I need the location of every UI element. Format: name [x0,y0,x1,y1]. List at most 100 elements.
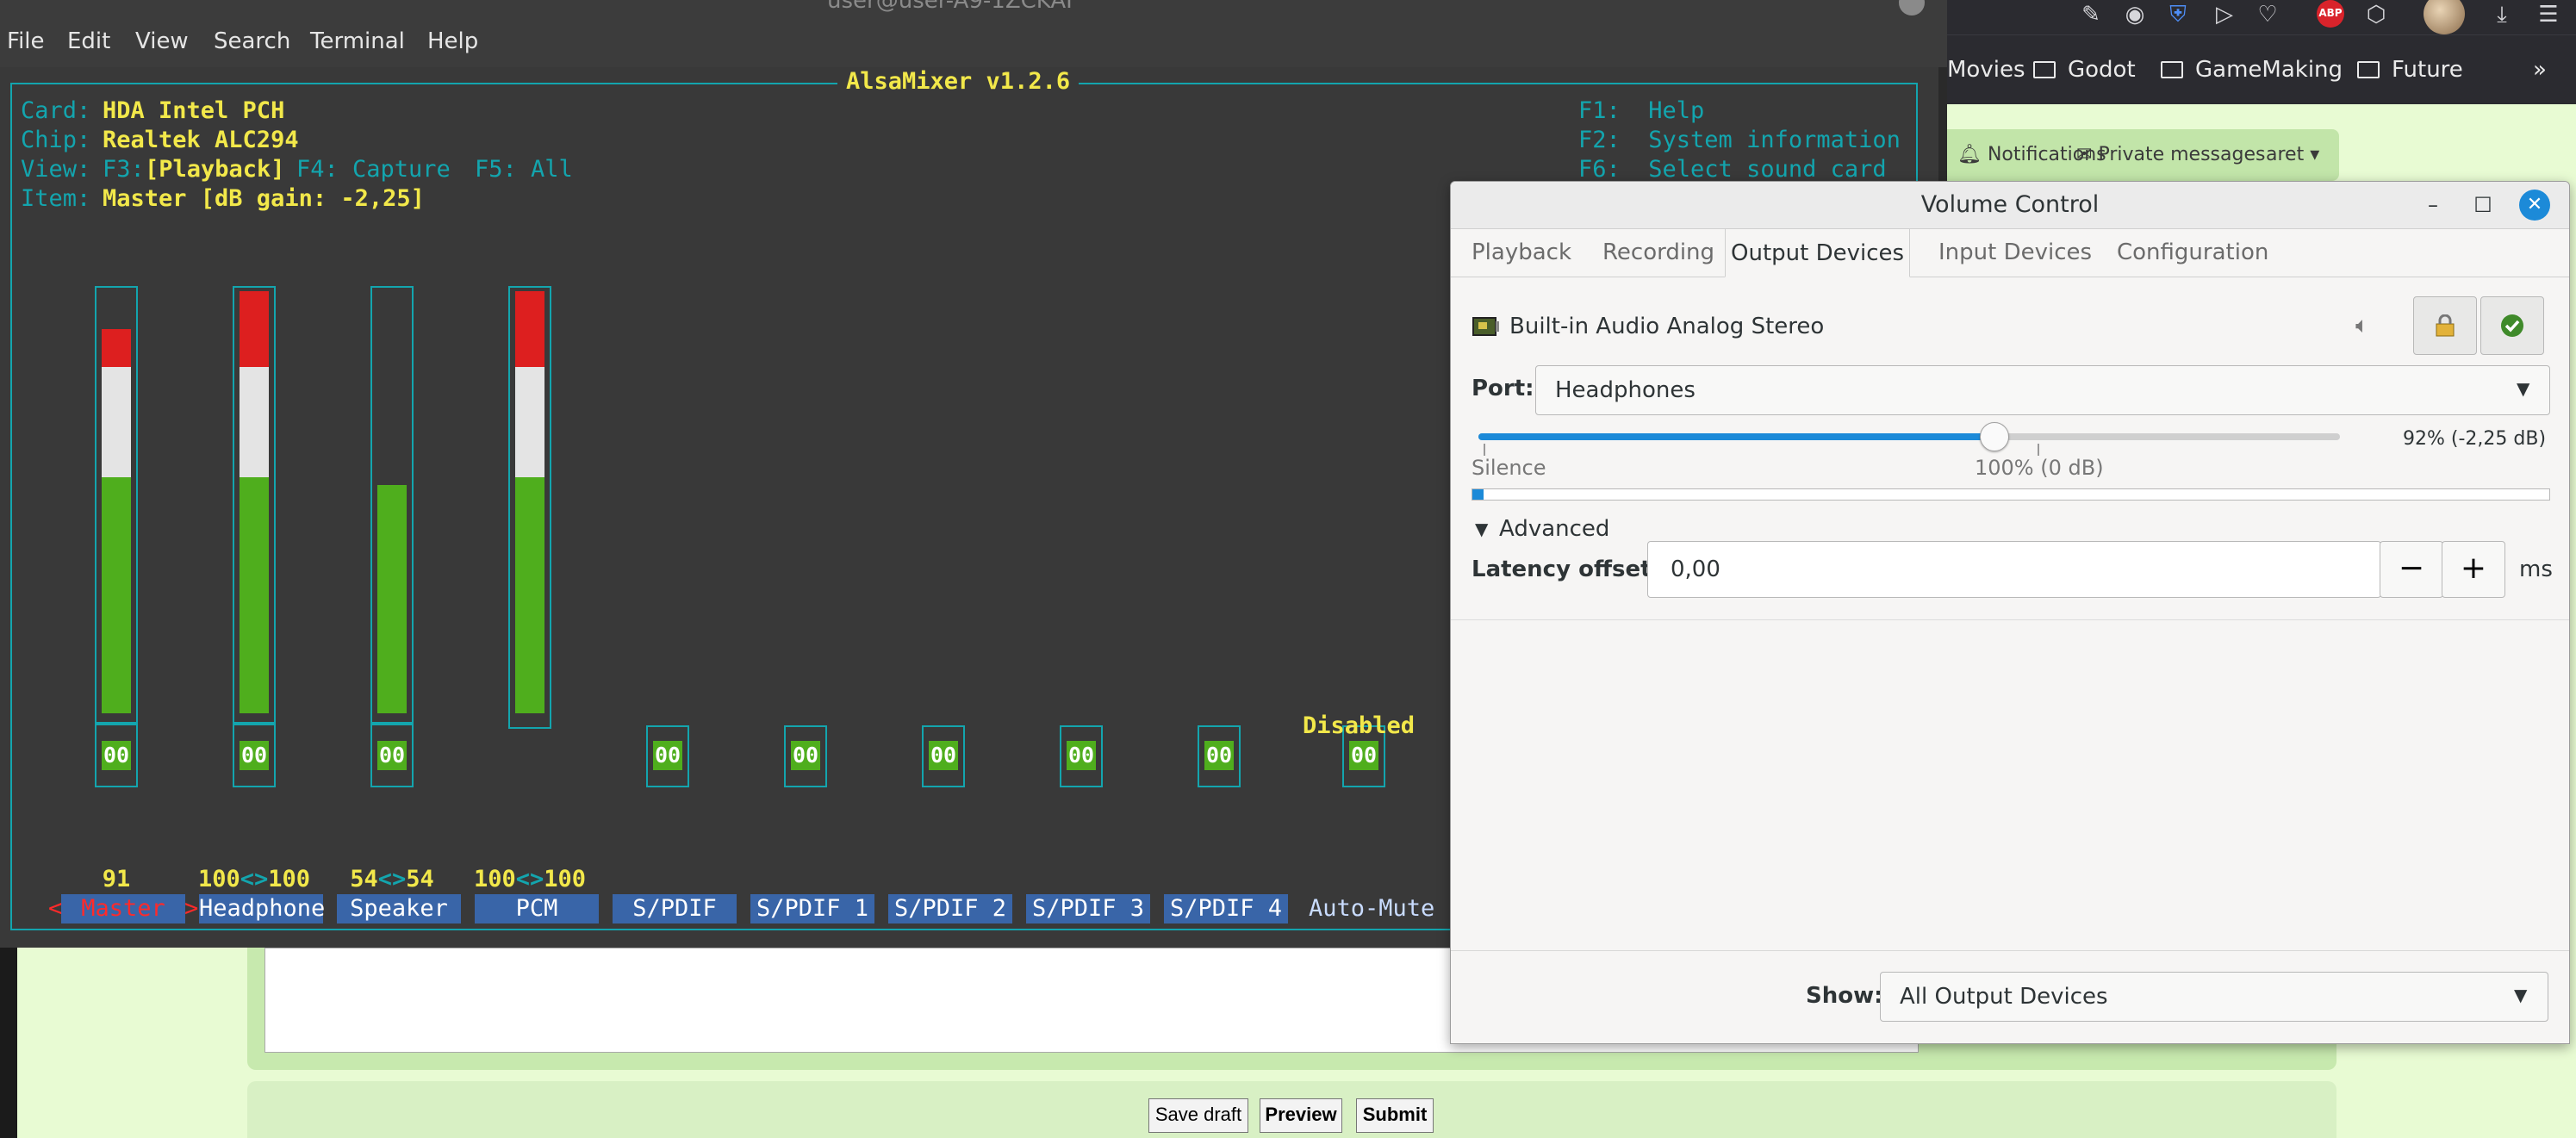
volume-level-segment [102,329,131,368]
chip-label: Chip: [21,127,91,153]
channel-label-s-pdif-1[interactable]: S/PDIF 1 [750,894,874,923]
menu-terminal[interactable]: Terminal [310,21,405,62]
show-bar: Show: All Output Devices ▼ [1451,950,2569,1043]
tab-configuration[interactable]: Configuration [2112,228,2274,277]
view-f4: F4: Capture [296,156,451,183]
folder-icon [2033,61,2056,78]
lock-channels-button[interactable] [2413,296,2477,355]
channel-label-s-pdif-3[interactable]: S/PDIF 3 [1026,894,1150,923]
channel-label-s-pdif[interactable]: S/PDIF [613,894,737,923]
chevron-down-icon: ▼ [2514,985,2528,1005]
set-as-fallback-button[interactable] [2480,296,2544,355]
channel-label-headphone[interactable]: Headphone [199,894,325,923]
adblock-icon[interactable]: ABP [2317,0,2344,28]
expander-triangle-icon[interactable]: ▼ [1475,513,1488,544]
volume-slider-track[interactable] [1478,422,2340,451]
bookmark-godot[interactable]: Godot [2033,35,2136,104]
volume-level-segment [515,291,544,368]
checkmark-icon [2501,314,2523,337]
mute-toggle[interactable]: 00 [1349,741,1378,770]
selection-left-arrow: < [48,895,63,922]
heart-icon[interactable]: ♡ [2255,2,2280,28]
user-menu[interactable]: aret ▾ [2266,129,2319,181]
silence-tick [1484,444,1485,456]
download-icon[interactable]: ⤓ [2489,2,2515,28]
private-messages-link[interactable]: ✉ Private messages [2076,129,2265,181]
latency-input[interactable]: 0,00 [1647,541,2381,598]
send-icon[interactable]: ▷ [2212,2,2237,28]
user-avatar-icon[interactable] [2424,0,2465,34]
menu-help[interactable]: Help [427,21,478,62]
bookmarks-overflow-icon[interactable]: » [2533,35,2547,104]
advanced-expander[interactable]: Advanced [1499,513,1609,544]
show-dropdown[interactable]: All Output Devices ▼ [1880,972,2548,1022]
tab-recording[interactable]: Recording [1597,228,1720,277]
browser-toolbar: ✎ ◉ ⛨ ▷ ♡ ABP ⬡ ⤓ ☰ [1947,0,2576,34]
channel-label-auto-mute[interactable]: Auto-Mute [1309,894,1434,923]
mute-toggle[interactable]: 00 [102,741,131,770]
menu-edit[interactable]: Edit [67,21,110,62]
channel-label-master[interactable]: Master [61,894,185,923]
maximize-icon[interactable]: ☐ [2470,192,2496,218]
volume-level-segment [515,476,544,713]
shield-icon[interactable]: ⛨ [2165,2,2191,28]
norm-label: 100% (0 dB) [1975,456,2104,480]
volume-level-segment [240,291,269,368]
tab-playback[interactable]: Playback [1466,228,1577,277]
menu-icon[interactable]: ☰ [2536,2,2561,28]
mute-toggle[interactable]: 00 [653,741,682,770]
save-draft-button[interactable]: Save draft [1148,1098,1248,1133]
mute-toggle[interactable]: 00 [1204,741,1234,770]
latency-unit: ms [2519,557,2553,582]
user-name: aret [2266,144,2305,165]
preview-button[interactable]: Preview [1260,1098,1342,1133]
plus-icon: + [2460,550,2487,586]
port-dropdown[interactable]: Headphones ▼ [1535,365,2550,415]
mute-toggle[interactable]: 00 [377,741,407,770]
tab-input-devices[interactable]: Input Devices [1933,228,2097,277]
bookmark-godot-label: Godot [2068,57,2136,83]
mute-toggle[interactable]: 00 [929,741,958,770]
sound-card-icon [1472,313,1499,340]
bookmark-gamemaking-label: GameMaking [2195,57,2343,83]
menu-file[interactable]: File [7,21,45,62]
menu-view[interactable]: View [135,21,189,62]
latency-label: Latency offset: [1472,557,1660,582]
terminal-close-icon[interactable] [1899,0,1925,16]
tab-output-devices[interactable]: Output Devices [1725,228,1911,277]
volume-level-segment [515,367,544,477]
channel-label-speaker[interactable]: Speaker [337,894,461,923]
latency-increase-button[interactable]: + [2442,541,2505,598]
menu-search[interactable]: Search [214,21,290,62]
bookmark-future[interactable]: Future [2357,35,2463,104]
channel-label-pcm[interactable]: PCM [475,894,599,923]
peak-meter [1472,488,2550,501]
close-icon[interactable]: ✕ [2519,190,2550,221]
volume-level-segment [102,367,131,477]
channel-label-s-pdif-2[interactable]: S/PDIF 2 [888,894,1012,923]
view-f5: F5: All [475,156,573,183]
mute-toggle[interactable]: 00 [791,741,820,770]
volume-slider-handle[interactable] [1980,422,2009,451]
mute-toggle[interactable]: 00 [240,741,269,770]
alsamixer-title: AlsaMixer v1.2.6 [837,67,1080,96]
minimize-icon[interactable]: – [2420,192,2446,218]
norm-tick [2038,444,2039,456]
bookmark-gamemaking[interactable]: GameMaking [2161,35,2343,104]
caret-down-icon: ▾ [2304,144,2320,165]
show-label: Show: [1806,983,1883,1009]
channel-label-s-pdif-4[interactable]: S/PDIF 4 [1164,894,1288,923]
speaker-mute-icon[interactable]: 🔈︎ [2355,313,2369,339]
mute-toggle[interactable]: 00 [1067,741,1096,770]
device-name: Built-in Audio Analog Stereo [1509,314,1825,339]
submit-button[interactable]: Submit [1356,1098,1434,1133]
camera-icon[interactable]: ◉ [2122,2,2148,28]
cube-icon[interactable]: ⬡ [2363,2,2389,28]
edit-icon[interactable]: ✎ [2078,2,2104,28]
latency-decrease-button[interactable]: − [2380,541,2443,598]
channel-value: 91 [102,866,131,892]
volume-level-segment [240,367,269,477]
channel-value-left: 100 [473,866,516,892]
device-separator [1451,619,2569,620]
bookmark-movies[interactable]: Movies [1947,35,2025,104]
